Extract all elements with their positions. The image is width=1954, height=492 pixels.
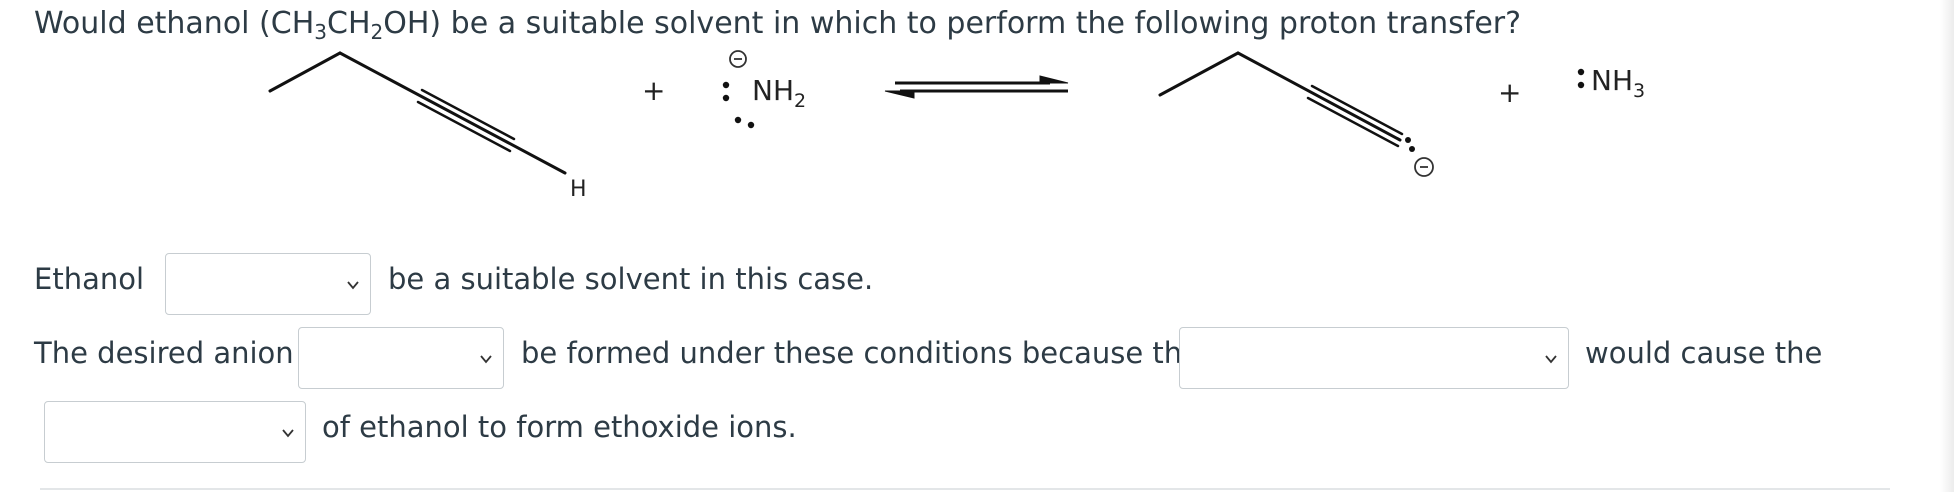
negative-charge-icon [729, 50, 747, 68]
row3-suffix: of ethanol to form ethoxide ions. [322, 410, 797, 444]
reason-species-dropdown[interactable] [1179, 327, 1569, 389]
ammonia-formula: NH3 [1591, 64, 1645, 102]
row1-prefix: Ethanol [34, 262, 145, 296]
plus-sign: + [642, 74, 665, 107]
scroll-edge [1940, 0, 1954, 492]
anion-formation-dropdown[interactable] [298, 327, 504, 389]
negative-charge-icon [1414, 157, 1434, 177]
chevron-down-icon [1545, 355, 1557, 364]
chevron-down-icon [347, 281, 359, 290]
lone-pair-dots [722, 81, 755, 129]
row2-prefix: The desired anion [34, 336, 294, 370]
row1-suffix: be a suitable solvent in this case. [388, 262, 874, 296]
question-part: Would ethanol (CH [34, 6, 315, 41]
chevron-down-icon [480, 355, 492, 364]
question-part: CH [327, 6, 371, 41]
hydrogen-label: H [570, 177, 587, 202]
lone-pair-dots [1577, 68, 1585, 89]
amide-formula: NH2 [752, 74, 806, 112]
row2-middle: be formed under these conditions because… [521, 336, 1200, 370]
lone-pair-dots [1405, 137, 1415, 152]
divider [40, 488, 1890, 490]
question-part: OH) be a suitable solvent in which to pe… [383, 6, 1522, 41]
chevron-down-icon [282, 429, 294, 438]
plus-sign: + [1498, 76, 1521, 109]
reaction-scheme: H + NH2 + NH3 [268, 50, 1645, 202]
solvent-suitability-dropdown[interactable] [165, 253, 371, 315]
propyne-structure [268, 51, 567, 175]
equilibrium-arrows [884, 75, 1069, 99]
propynide-structure [1158, 51, 1404, 148]
process-dropdown[interactable] [44, 401, 306, 463]
row2-suffix: would cause the [1585, 336, 1823, 370]
question-text: Would ethanol (CH3CH2OH) be a suitable s… [34, 6, 1521, 44]
